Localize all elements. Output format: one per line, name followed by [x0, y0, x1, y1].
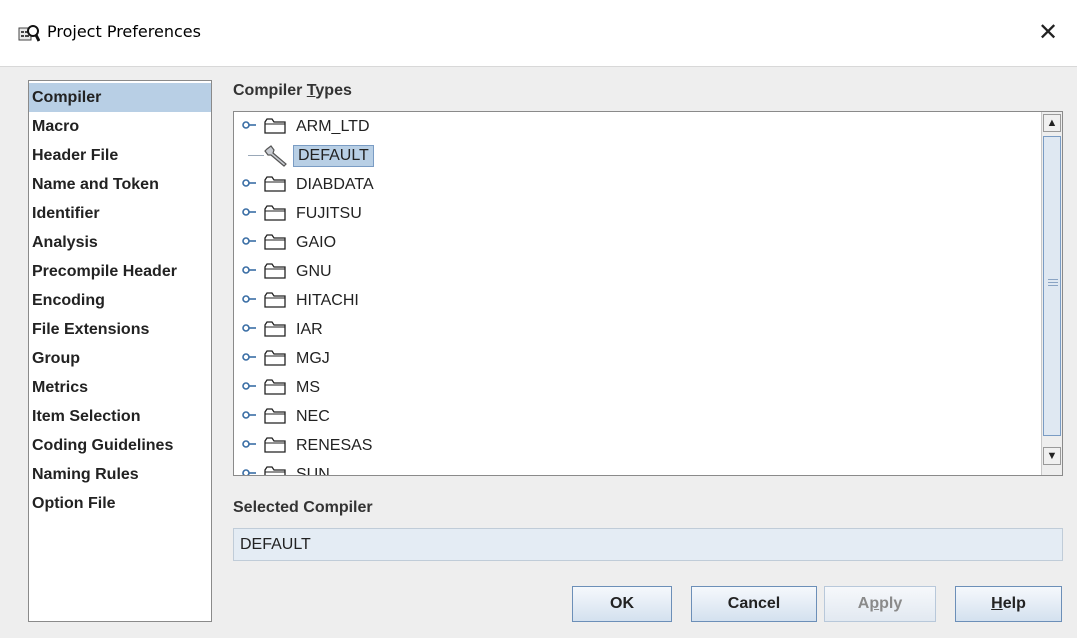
expand-handle-icon[interactable]	[242, 381, 256, 391]
folder-icon	[264, 234, 286, 250]
folder-icon	[264, 437, 286, 453]
sidebar-item-naming-rules[interactable]: Naming Rules	[29, 460, 211, 489]
tree-node-ms[interactable]: MS	[234, 373, 1034, 402]
expand-handle-icon[interactable]	[242, 178, 256, 188]
compiler-types-label-post: ypes	[315, 82, 352, 99]
sidebar-item-encoding[interactable]: Encoding	[29, 286, 211, 315]
tree-node-label: NEC	[296, 408, 330, 425]
tree-node-default[interactable]: DEFAULT	[234, 141, 1034, 170]
selected-compiler-field: DEFAULT	[233, 528, 1063, 561]
expand-handle-icon[interactable]	[242, 439, 256, 449]
sidebar-item-metrics[interactable]: Metrics	[29, 373, 211, 402]
sidebar-item-coding-guidelines[interactable]: Coding Guidelines	[29, 431, 211, 460]
selected-compiler-label: Selected Compiler	[233, 499, 373, 516]
apply-label-post: ply	[879, 595, 903, 612]
sidebar-item-item-selection[interactable]: Item Selection	[29, 402, 211, 431]
tree-node-gnu[interactable]: GNU	[234, 257, 1034, 286]
folder-icon	[264, 321, 286, 337]
tree-node-iar[interactable]: IAR	[234, 315, 1034, 344]
window-title: Project Preferences	[47, 22, 201, 41]
tree-node-label: IAR	[296, 321, 323, 338]
folder-icon	[264, 466, 286, 475]
tree-node-hitachi[interactable]: HITACHI	[234, 286, 1034, 315]
expand-handle-icon[interactable]	[242, 265, 256, 275]
tree-node-mgj[interactable]: MGJ	[234, 344, 1034, 373]
expand-handle-icon[interactable]	[242, 120, 256, 130]
apply-mnemonic: p	[869, 595, 880, 612]
sidebar-item-identifier[interactable]: Identifier	[29, 199, 211, 228]
scroll-up-icon[interactable]: ▲	[1043, 114, 1061, 132]
sidebar-item-macro[interactable]: Macro	[29, 112, 211, 141]
tree-node-label: MGJ	[296, 350, 330, 367]
tree-node-arm-ltd[interactable]: ARM_LTD	[234, 112, 1034, 141]
tree-node-label: ARM_LTD	[296, 118, 370, 135]
expand-handle-icon[interactable]	[242, 323, 256, 333]
apply-label-pre: A	[857, 595, 870, 612]
tree-node-sun[interactable]: SUN	[234, 460, 1034, 476]
tree-node-label: DIABDATA	[296, 176, 374, 193]
tree-node-gaio[interactable]: GAIO	[234, 228, 1034, 257]
grip-line	[1048, 282, 1058, 283]
tree-node-label: SUN	[296, 466, 330, 476]
grip-line	[1048, 285, 1058, 286]
tree-node-label: GNU	[296, 263, 332, 280]
tree-connector	[248, 155, 264, 156]
sidebar-item-group[interactable]: Group	[29, 344, 211, 373]
sidebar-item-header-file[interactable]: Header File	[29, 141, 211, 170]
expand-handle-icon[interactable]	[242, 236, 256, 246]
expand-handle-icon[interactable]	[242, 410, 256, 420]
sidebar-item-compiler[interactable]: Compiler	[29, 83, 211, 112]
title-bar: Project Preferences ✕	[0, 0, 1077, 67]
folder-icon	[264, 408, 286, 424]
help-button[interactable]: Help	[955, 586, 1062, 622]
expand-handle-icon[interactable]	[242, 294, 256, 304]
sidebar-item-precompile-header[interactable]: Precompile Header	[29, 257, 211, 286]
scroll-down-icon[interactable]: ▼	[1043, 447, 1061, 465]
tree-node-nec[interactable]: NEC	[234, 402, 1034, 431]
scroll-thumb[interactable]	[1043, 136, 1061, 436]
folder-icon	[264, 263, 286, 279]
sidebar-item-analysis[interactable]: Analysis	[29, 228, 211, 257]
preferences-icon	[18, 23, 41, 43]
apply-button[interactable]: Apply	[824, 586, 936, 622]
tree-node-label: FUJITSU	[296, 205, 362, 222]
compiler-types-tree[interactable]: ARM_LTD DEFAULT DIABDATA FUJITSU GAIO GN…	[233, 111, 1063, 476]
compiler-types-label: Compiler Types	[233, 82, 352, 100]
cancel-button[interactable]: Cancel	[691, 586, 817, 622]
folder-icon	[264, 118, 286, 134]
tree-scrollbar[interactable]: ▲ ▼	[1041, 112, 1062, 475]
sidebar-item-name-and-token[interactable]: Name and Token	[29, 170, 211, 199]
close-icon[interactable]: ✕	[1033, 17, 1063, 47]
wrench-icon	[264, 145, 287, 167]
expand-handle-icon[interactable]	[242, 468, 256, 476]
tree-node-fujitsu[interactable]: FUJITSU	[234, 199, 1034, 228]
tree-node-label: MS	[296, 379, 320, 396]
tree-node-diabdata[interactable]: DIABDATA	[234, 170, 1034, 199]
expand-handle-icon[interactable]	[242, 352, 256, 362]
ok-button[interactable]: OK	[572, 586, 672, 622]
tree-node-label: RENESAS	[296, 437, 373, 454]
sidebar-item-option-file[interactable]: Option File	[29, 489, 211, 518]
help-mnemonic: H	[991, 595, 1003, 612]
folder-icon	[264, 205, 286, 221]
expand-handle-icon[interactable]	[242, 207, 256, 217]
tree-node-label: HITACHI	[296, 292, 359, 309]
preferences-category-list: Compiler Macro Header File Name and Toke…	[28, 80, 212, 622]
tree-node-label: GAIO	[296, 234, 337, 251]
folder-icon	[264, 379, 286, 395]
help-label-post: elp	[1002, 595, 1026, 612]
folder-icon	[264, 176, 286, 192]
folder-icon	[264, 350, 286, 366]
folder-icon	[264, 292, 286, 308]
compiler-types-label-pre: Compiler	[233, 82, 307, 99]
tree-node-renesas[interactable]: RENESAS	[234, 431, 1034, 460]
tree-node-label: DEFAULT	[293, 145, 374, 167]
grip-line	[1048, 279, 1058, 280]
sidebar-item-file-extensions[interactable]: File Extensions	[29, 315, 211, 344]
